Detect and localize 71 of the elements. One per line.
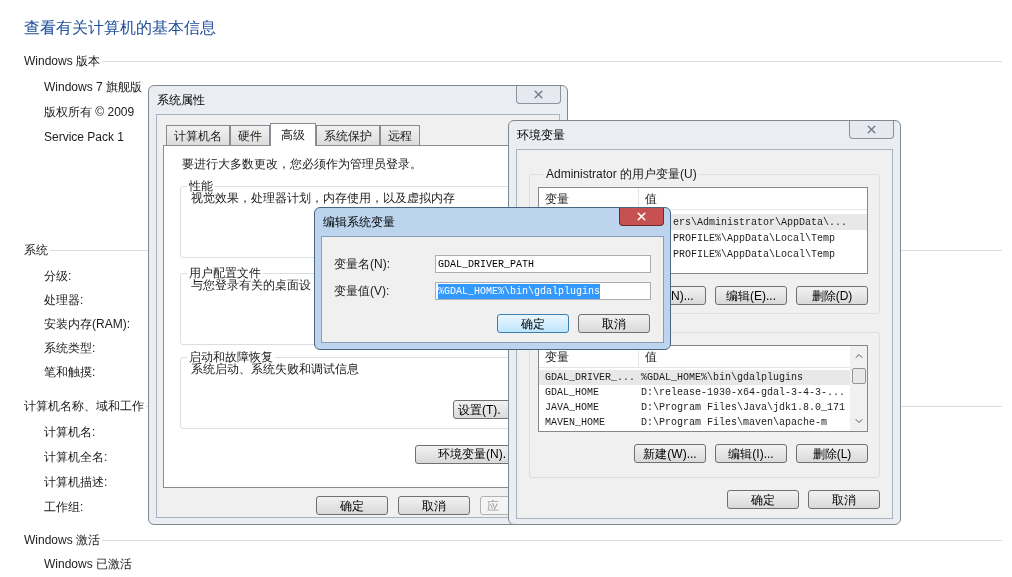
window-title: 系统属性	[156, 92, 205, 109]
section-heading: 系统	[24, 242, 48, 259]
group-description: 视觉效果，处理器计划，内存使用，以及虚拟内存	[191, 191, 455, 206]
info-label: 系统类型:	[44, 340, 96, 357]
field-label: 变量名(N):	[334, 256, 391, 273]
group-title: 用户配置文件	[187, 266, 263, 280]
window-title: 环境变量	[516, 127, 565, 144]
group-description: 与您登录有关的桌面设	[191, 278, 311, 293]
group-title: 性能	[187, 179, 215, 193]
dialog-button[interactable]: 确定	[316, 496, 388, 515]
tab[interactable]: 硬件	[230, 125, 270, 145]
field-value: %GDAL_HOME%\bin\gdalplugins	[438, 283, 601, 299]
dialog-button[interactable]: 删除(D)	[796, 286, 868, 305]
tab[interactable]: 高级	[270, 123, 316, 146]
variable-value: D:\Program Files\Java\jdk1.8.0_171	[640, 401, 846, 415]
field-value: GDAL_DRIVER_PATH	[438, 257, 535, 272]
info-label: 版权所有 © 2009	[44, 104, 135, 121]
dialog-button[interactable]: 新建(W)...	[634, 444, 706, 463]
group-title: 启动和故障恢复	[187, 350, 275, 364]
variable-row[interactable]: GDAL_DRIVER_... %GDAL_HOME%\bin\gdalplugins	[539, 370, 850, 385]
admin-notice: 要进行大多数更改，您必须作为管理员登录。	[182, 156, 422, 172]
group-title: Administrator 的用户变量(U)	[544, 167, 699, 181]
info-label: 分级:	[44, 268, 72, 285]
info-label: Windows 7 旗舰版	[44, 79, 143, 96]
column-header[interactable]: 值	[639, 188, 867, 209]
info-label: Service Pack 1	[44, 129, 125, 146]
window-title: 编辑系统变量	[322, 214, 395, 231]
variable-name: GDAL_DRIVER_...	[545, 372, 635, 383]
scroll-thumb[interactable]	[851, 368, 866, 384]
section-heading: Windows 激活	[24, 532, 100, 549]
variable-value: D:\Program Files\maven\apache-m	[640, 416, 828, 430]
variable-row[interactable]: GDAL_HOME D:\release-1930-x64-gdal-3-4-3-...	[539, 385, 850, 400]
info-label: 处理器:	[44, 292, 84, 309]
dialog-button[interactable]: 确定	[497, 314, 569, 333]
variable-name: GDAL_HOME	[545, 387, 599, 398]
info-label: 计算机全名:	[44, 449, 108, 466]
variable-value: ers\Administrator\AppData\...	[672, 215, 848, 230]
dialog-button[interactable]: 取消	[398, 496, 470, 515]
tab[interactable]: 计算机名	[166, 125, 230, 145]
close-icon	[532, 88, 545, 101]
variable-value: %GDAL_HOME%\bin\gdalplugins	[640, 371, 804, 385]
info-label: 安装内存(RAM):	[44, 316, 130, 333]
info-label: Windows 已激活	[44, 556, 132, 573]
dialog-button[interactable]: 取消	[578, 314, 650, 333]
section-heading: 计算机名称、域和工作	[24, 398, 144, 415]
field-label: 变量值(V):	[334, 283, 391, 300]
close-icon	[635, 210, 648, 223]
column-header[interactable]: 值	[639, 346, 850, 367]
group-description: 系统启动、系统失败和调试信息	[191, 362, 359, 377]
variable-value: D:\release-1930-x64-gdal-3-4-3-...	[640, 386, 846, 400]
dialog-button[interactable]: 确定	[727, 490, 799, 509]
info-label: 计算机名:	[44, 424, 96, 441]
close-button[interactable]	[619, 208, 664, 226]
dialog-button[interactable]: 取消	[808, 490, 880, 509]
close-icon	[865, 123, 878, 136]
text-field[interactable]: GDAL_DRIVER_PATH	[435, 255, 651, 273]
section-heading: Windows 版本	[24, 53, 100, 70]
page-title: 查看有关计算机的基本信息	[24, 18, 217, 38]
dialog-button[interactable]: 编辑(E)...	[715, 286, 787, 305]
dialog-button[interactable]: 编辑(I)...	[715, 444, 787, 463]
variable-value: PROFILE%\AppData\Local\Temp	[672, 231, 836, 246]
scrollbar[interactable]	[850, 346, 867, 431]
variable-name: MAVEN_HOME	[545, 417, 605, 428]
info-label: 笔和触摸:	[44, 364, 96, 381]
info-label: 工作组:	[44, 499, 84, 516]
tab[interactable]: 系统保护	[316, 125, 380, 145]
variable-value: PROFILE%\AppData\Local\Temp	[672, 247, 836, 262]
tab[interactable]: 远程	[380, 125, 420, 145]
dialog-button[interactable]: 删除(L)	[796, 444, 868, 463]
variable-name: JAVA_HOME	[545, 402, 599, 413]
info-label: 计算机描述:	[44, 474, 108, 491]
